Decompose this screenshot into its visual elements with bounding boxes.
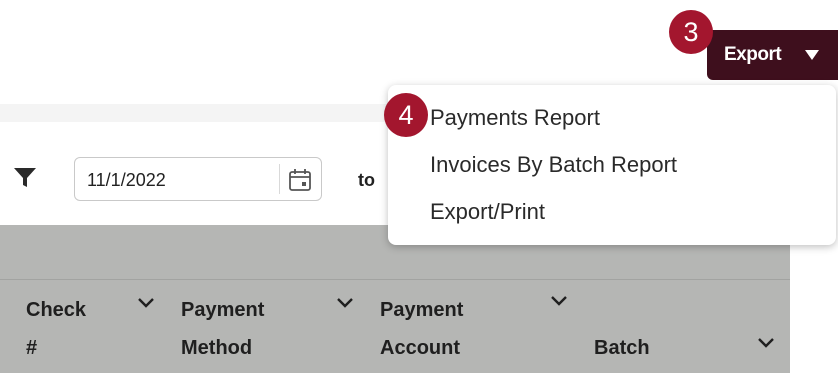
filter-icon[interactable] [12,164,38,190]
export-button-label: Export [724,44,782,65]
date-range-to-label: to [358,170,375,190]
table-header: Check # Payment Method Payment Account B… [0,225,790,373]
date-from-field[interactable]: 11/1/2022 [74,157,322,201]
chevron-down-icon[interactable] [757,337,775,349]
menu-item-export-print[interactable]: Export/Print [430,199,545,225]
menu-item-invoices-by-batch-report[interactable]: Invoices By Batch Report [430,152,677,178]
step-badge-4: 4 [384,93,428,137]
menu-item-payments-report[interactable]: Payments Report [430,105,600,131]
chevron-down-icon[interactable] [137,297,155,309]
export-dropdown-menu: Payments Report Invoices By Batch Report… [388,85,836,245]
column-header-payment-account[interactable]: Payment Account [380,291,463,367]
date-field-divider [279,164,280,194]
date-from-value: 11/1/2022 [87,170,166,190]
column-header-payment-method[interactable]: Payment Method [181,291,264,367]
caret-down-icon [805,50,819,60]
column-header-batch[interactable]: Batch [594,329,650,367]
step-badge-3: 3 [669,10,713,54]
calendar-icon[interactable] [287,167,313,193]
header-divider [0,279,790,280]
chevron-down-icon[interactable] [336,297,354,309]
export-button[interactable]: Export [707,30,838,80]
column-header-check[interactable]: Check # [26,291,86,367]
chevron-down-icon[interactable] [550,295,568,307]
